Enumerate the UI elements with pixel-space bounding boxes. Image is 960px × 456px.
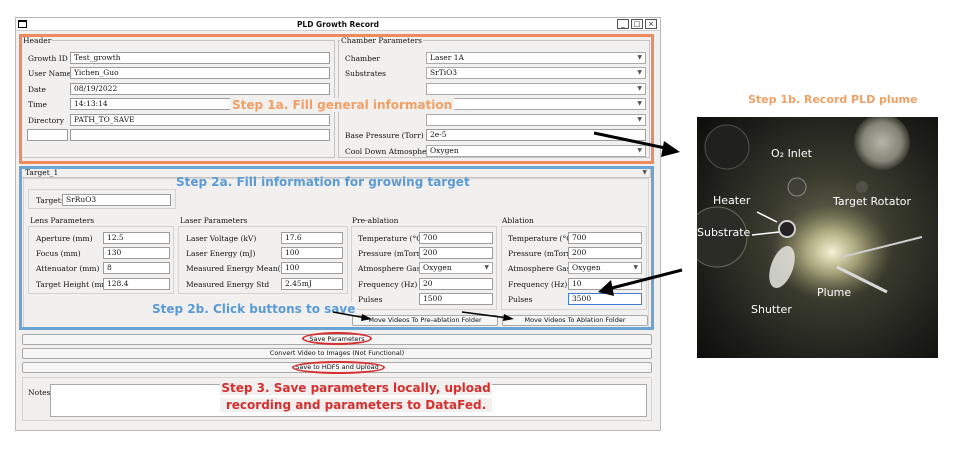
arrow-to-preablation-head xyxy=(361,314,372,321)
arrow-to-ablation-button xyxy=(461,311,509,319)
arrow-to-photo-head xyxy=(661,141,680,157)
arrow-to-preablation-button xyxy=(332,311,367,319)
heater-label: Heater xyxy=(713,194,751,207)
plume-label: Plume xyxy=(817,286,852,299)
arrow-from-photo xyxy=(607,268,683,291)
substrate-pointer xyxy=(751,231,780,236)
shutter-label: Shutter xyxy=(751,303,792,316)
substrate-label: Substrate xyxy=(697,226,751,239)
port-tiny xyxy=(856,181,868,193)
target-rotator-label: Target Rotator xyxy=(833,195,912,208)
pld-plume-photo: O₂ Inlet Heater Target Rotator Substrate… xyxy=(697,117,938,358)
heater-pointer xyxy=(756,211,778,223)
port-small xyxy=(787,177,807,197)
port-top-right xyxy=(854,117,910,170)
port-top-left xyxy=(704,124,750,170)
heater-disc xyxy=(778,220,796,238)
arrow-to-ablation-head xyxy=(503,314,514,321)
arrow-to-photo xyxy=(593,131,671,151)
o2-inlet-label: O₂ Inlet xyxy=(771,147,812,160)
arrow-from-photo-head xyxy=(598,280,614,296)
